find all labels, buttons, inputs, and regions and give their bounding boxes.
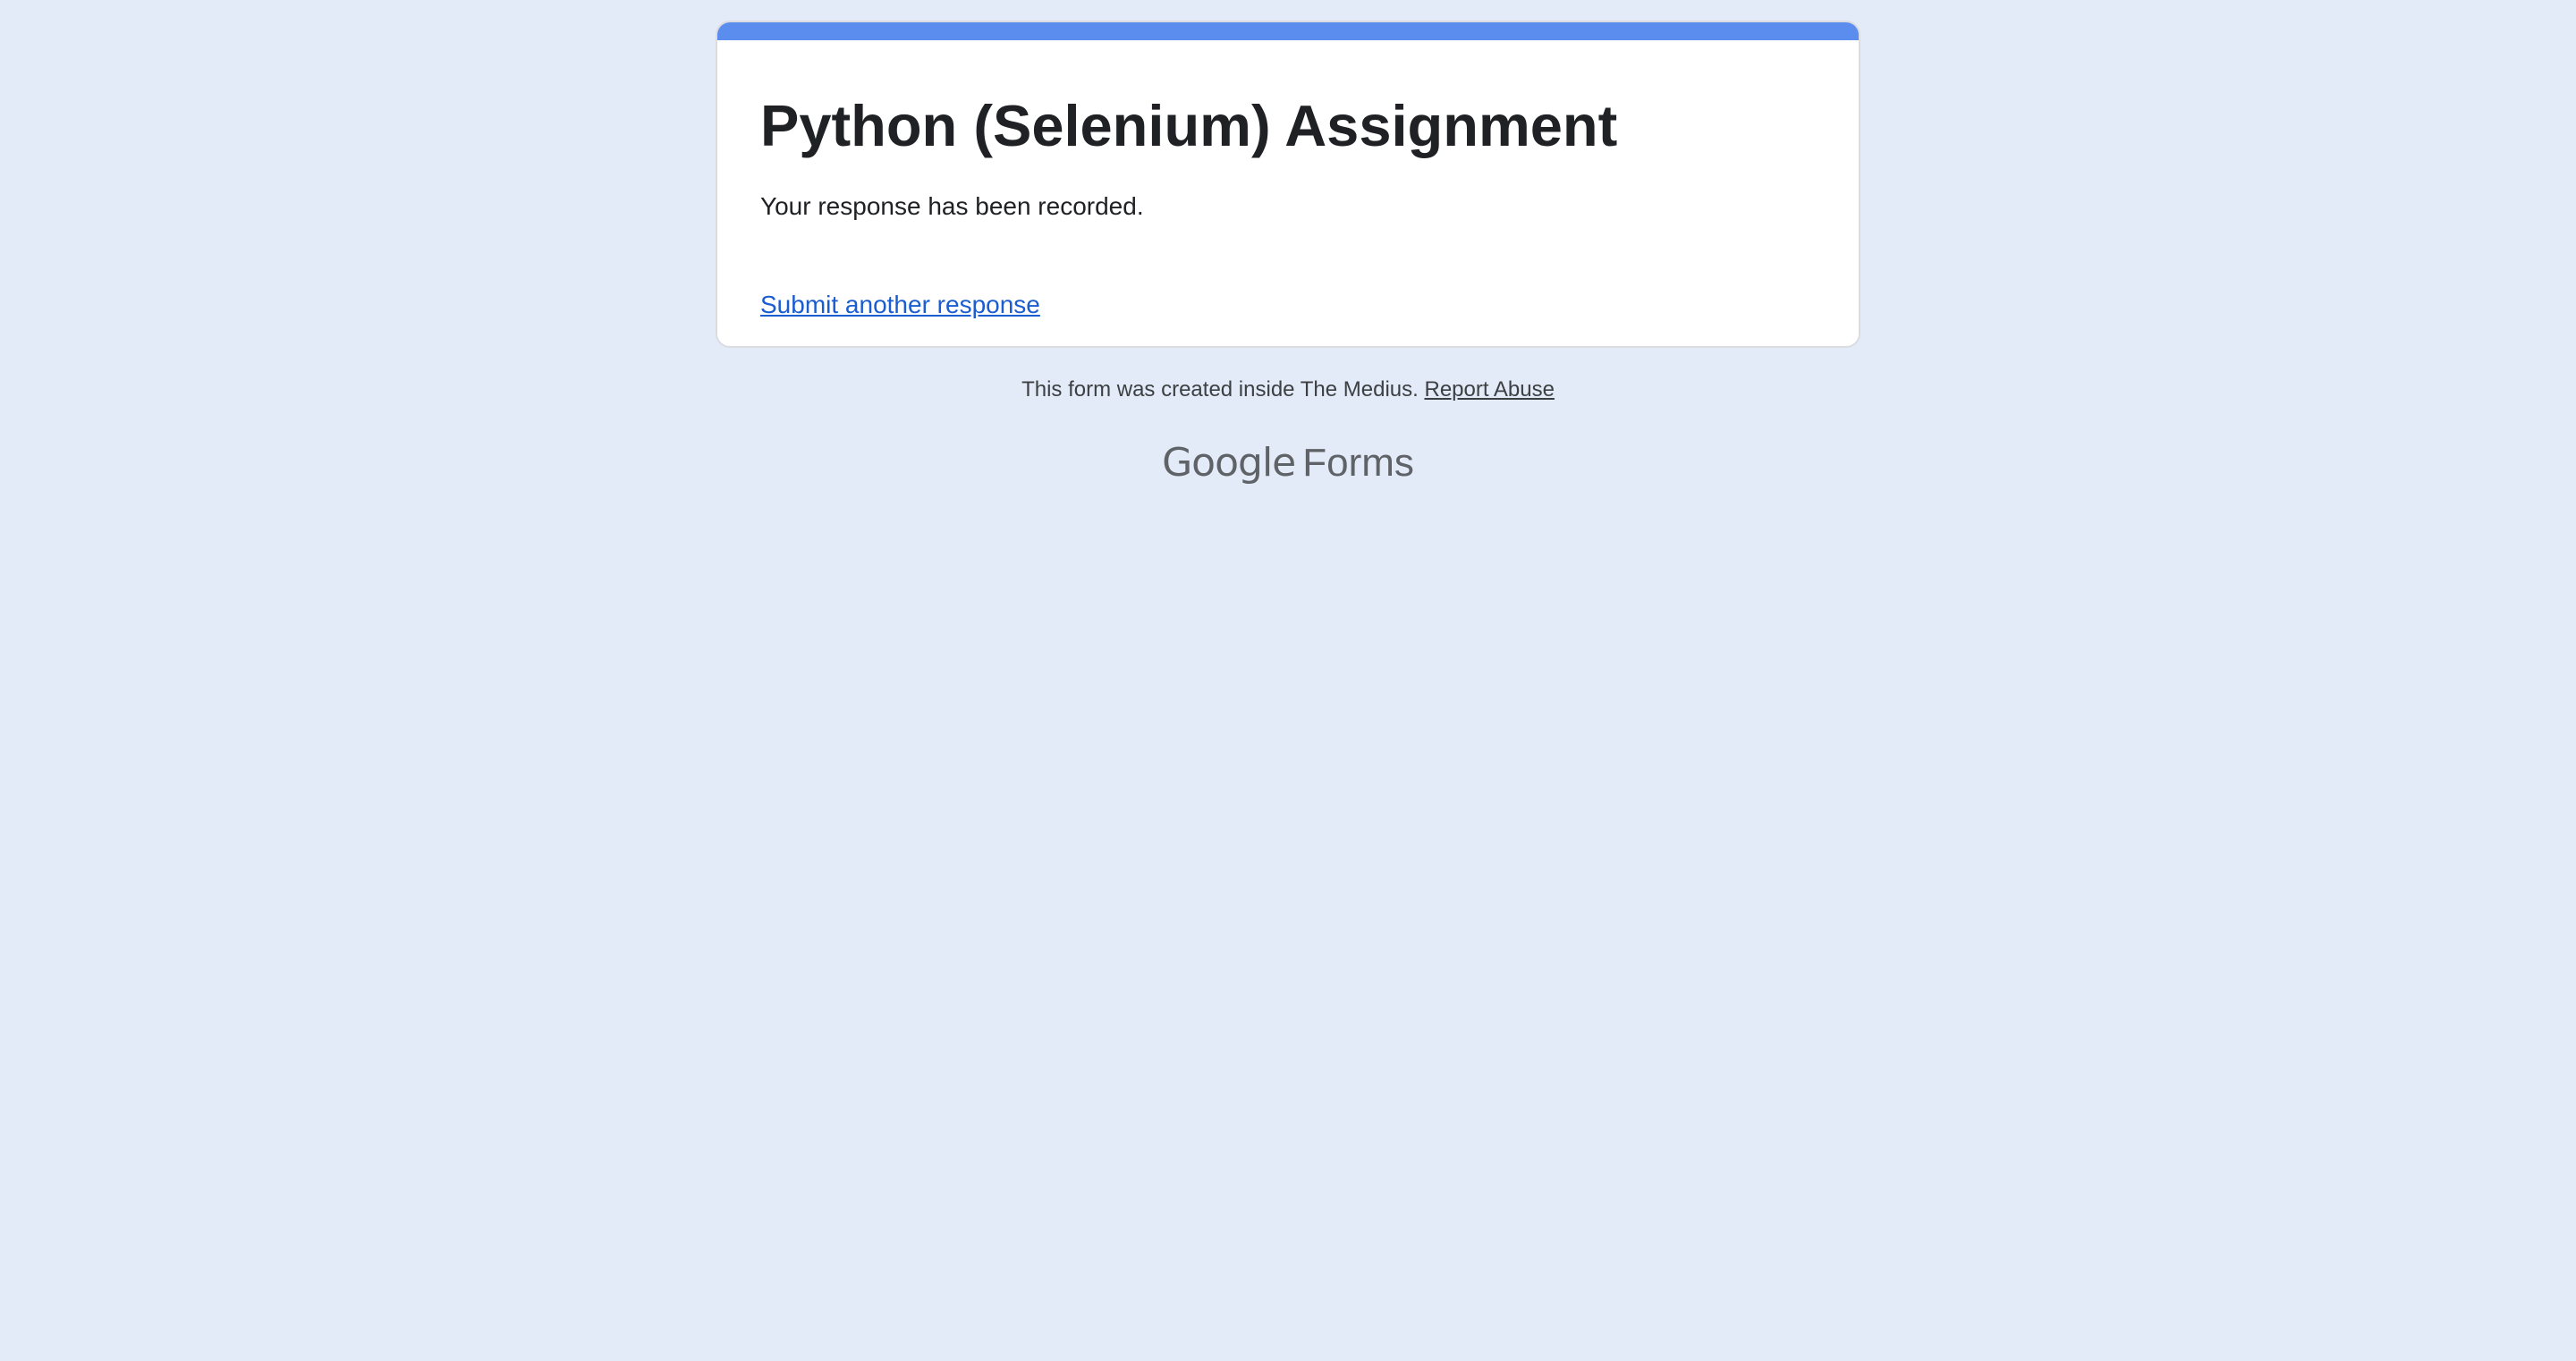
form-title: Python (Selenium) Assignment xyxy=(760,93,1618,158)
forms-wordmark: Forms xyxy=(1302,441,1414,485)
google-forms-logo[interactable]: Google Forms xyxy=(716,435,1860,501)
google-wordmark: Google xyxy=(1162,440,1296,486)
footer-notice: This form was created inside The Medius.… xyxy=(716,372,1860,408)
footer-notice-text: This form was created inside The Medius. xyxy=(1021,377,1419,402)
submit-another-response-link[interactable]: Submit another response xyxy=(760,287,1040,323)
confirmation-card: Python (Selenium) Assignment Your respon… xyxy=(716,21,1860,348)
card-accent-bar xyxy=(717,22,1859,40)
confirmation-message: Your response has been recorded. xyxy=(760,192,1144,220)
report-abuse-link[interactable]: Report Abuse xyxy=(1424,377,1554,402)
